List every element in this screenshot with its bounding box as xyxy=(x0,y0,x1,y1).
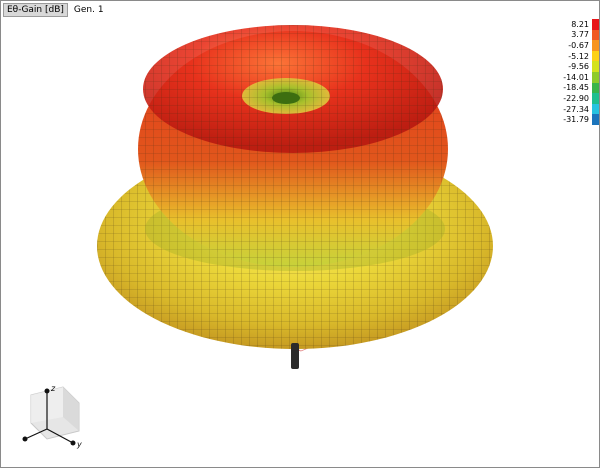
gizmo-y-label: y xyxy=(76,440,82,449)
legend-entry: -18.45 xyxy=(563,82,599,94)
legend-swatch xyxy=(592,82,599,94)
legend-swatch xyxy=(592,93,599,104)
legend-entry: -0.67 xyxy=(563,40,599,51)
legend-swatch xyxy=(592,29,599,41)
legend-entry: 3.77 xyxy=(563,29,599,41)
legend-value: -5.12 xyxy=(568,51,589,61)
legend-swatch xyxy=(592,103,599,115)
antenna-feed xyxy=(291,343,299,369)
legend-value: -18.45 xyxy=(563,83,589,93)
legend-swatch xyxy=(592,40,599,51)
axis-gizmo[interactable]: z y xyxy=(9,381,89,453)
legend-entry: -27.34 xyxy=(563,103,599,115)
legend-value: 8.21 xyxy=(571,19,589,29)
pattern-viewport[interactable]: Eθ-Gain [dB] Gen. 1 8.21 3.77 -0.67 -5.12 -9… xyxy=(0,0,600,468)
legend-value: 3.77 xyxy=(571,30,589,40)
legend-swatch xyxy=(592,71,599,83)
quantity-tab[interactable]: Eθ-Gain [dB] xyxy=(3,3,68,17)
legend-entry: -9.56 xyxy=(563,61,599,72)
legend-swatch xyxy=(592,19,599,30)
legend-swatch xyxy=(592,61,599,72)
color-legend: 8.21 3.77 -0.67 -5.12 -9.56 -14.01 -18.45 -22.9… xyxy=(563,19,599,125)
legend-swatch xyxy=(592,114,599,125)
legend-value: -9.56 xyxy=(568,62,589,72)
legend-value: -22.90 xyxy=(563,93,589,103)
legend-entry: -5.12 xyxy=(563,50,599,62)
legend-entry: -31.79 xyxy=(563,114,599,125)
legend-entry: 8.21 xyxy=(563,19,599,30)
generation-label: Gen. 1 xyxy=(73,5,104,15)
legend-value: -14.01 xyxy=(563,72,589,82)
legend-swatch xyxy=(592,50,599,62)
legend-value: -27.34 xyxy=(563,104,589,114)
gizmo-z-label: z xyxy=(50,384,56,393)
legend-value: -0.67 xyxy=(568,40,589,50)
legend-value: -31.79 xyxy=(563,115,589,125)
header-bar: Eθ-Gain [dB] Gen. 1 xyxy=(3,3,104,17)
radiation-pattern-3d[interactable] xyxy=(1,1,599,467)
legend-entry: -14.01 xyxy=(563,71,599,83)
legend-entry: -22.90 xyxy=(563,93,599,104)
